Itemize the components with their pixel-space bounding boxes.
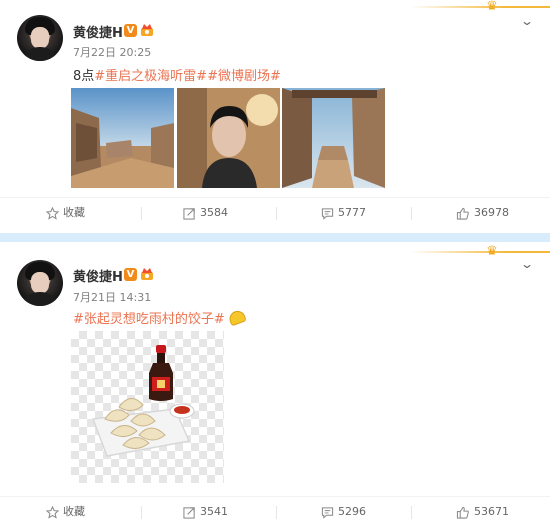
post-text: #张起灵想吃雨村的饺子# [73,308,247,327]
like-count: 53671 [474,505,509,518]
post-text: 8点#重启之极海听雷##微博剧场# [73,65,281,84]
favorite-label: 收藏 [63,206,85,219]
comment-button[interactable]: 5777 [321,198,366,228]
thumbs-up-icon [456,506,469,519]
repost-count: 3541 [200,505,228,518]
chevron-down-icon[interactable]: ⌄ [520,14,534,28]
share-icon [183,207,195,220]
selfie-photo[interactable] [177,88,280,188]
share-icon [183,506,195,519]
like-count: 36978 [474,206,509,219]
repost-button[interactable]: 3541 [183,497,228,527]
like-button[interactable]: 36978 [456,198,509,228]
post-separator [0,230,550,245]
like-button[interactable]: 53671 [456,497,509,527]
post-actions-bar: 收藏 3541 5296 53671 [0,496,550,527]
favorite-button[interactable]: 收藏 [45,198,85,228]
star-icon [45,505,60,519]
post-time[interactable]: 7月22日 20:25 [73,44,151,60]
avatar[interactable] [17,260,63,306]
member-crown-icon [141,268,153,280]
gold-ornament-icon: ♛ [486,244,498,259]
author-name[interactable]: 黄俊捷H [73,22,123,41]
post-text-prefix: 8点 [73,69,95,84]
author-name[interactable]: 黄俊捷H [73,266,123,285]
member-crown-icon [141,24,153,36]
decor-gold-line [410,6,550,8]
repost-button[interactable]: 3584 [183,198,228,228]
comment-count: 5296 [338,505,366,518]
chevron-down-icon[interactable]: ⌄ [520,257,534,271]
star-icon [45,206,60,220]
favorite-label: 收藏 [63,505,85,518]
weibo-post: ♛ 黄俊捷H V ⌄ 7月22日 20:25 8点#重启之极海听雷##微博剧场# [0,0,550,230]
comment-count: 5777 [338,206,366,219]
repost-count: 3584 [200,206,228,219]
avatar[interactable] [17,15,63,61]
gold-ornament-icon: ♛ [486,0,498,14]
thumbs-up-icon [456,207,469,220]
dumpling-emoji-icon [227,308,247,327]
hashtag-link[interactable]: #微博剧场# [207,69,281,84]
verified-badge: V [124,268,137,281]
dumplings-soy-sauce-image[interactable] [71,331,224,483]
comment-button[interactable]: 5296 [321,497,366,527]
post-actions-bar: 收藏 3584 5777 36978 [0,197,550,228]
hashtag-link[interactable]: #张起灵想吃雨村的饺子# [73,312,225,327]
desert-town-alley-photo[interactable] [282,88,385,188]
favorite-button[interactable]: 收藏 [45,497,85,527]
desert-town-photo[interactable] [71,88,174,188]
dumplings-illustration [91,345,195,457]
hashtag-link[interactable]: #重启之极海听雷# [94,69,207,84]
verified-badge: V [124,24,137,37]
decor-gold-line [410,251,550,253]
comment-icon [321,506,334,519]
comment-icon [321,207,334,220]
post-time[interactable]: 7月21日 14:31 [73,289,151,305]
